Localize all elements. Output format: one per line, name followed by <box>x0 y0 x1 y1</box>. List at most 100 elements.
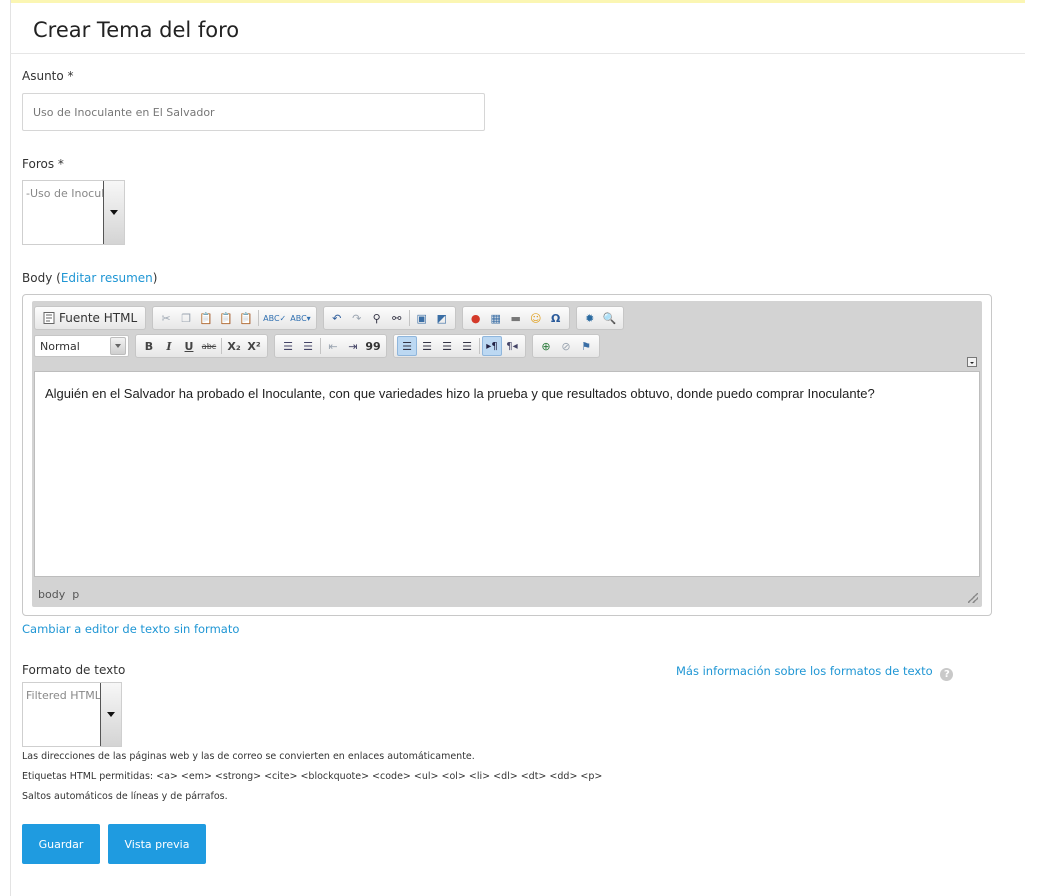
superscript-button[interactable]: X² <box>244 336 264 356</box>
text-format-dropdown-button[interactable] <box>100 683 121 746</box>
horizontal-rule-icon: ▬ <box>510 311 521 325</box>
table-icon: ▦ <box>490 311 501 325</box>
asunto-label: Asunto * <box>22 69 74 83</box>
special-char-button[interactable]: Ω <box>546 308 566 328</box>
indent-button[interactable]: ⇥ <box>343 336 363 356</box>
align-center-icon: ☰ <box>422 339 432 353</box>
find-button[interactable]: ⚲ <box>367 308 387 328</box>
clipboard-icon: 📋 <box>199 311 213 325</box>
editor-chrome: Fuente HTML ✂ ❐ 📋 📋 📋 ABC✓ ABC▾ ↶ ↷ ⚲ ⚯ … <box>32 301 982 607</box>
source-html-label: Fuente HTML <box>59 311 138 325</box>
toolbar-group-source: Fuente HTML <box>34 306 147 330</box>
align-left-icon: ☰ <box>402 339 412 353</box>
smiley-button[interactable]: ☺ <box>526 308 546 328</box>
format-dropdown-button[interactable] <box>110 337 126 355</box>
format-select[interactable]: Normal <box>34 335 129 357</box>
blockquote-button[interactable]: 99 <box>363 336 383 356</box>
redo-button[interactable]: ↷ <box>347 308 367 328</box>
paste-word-button[interactable]: 📋 <box>236 308 256 328</box>
align-center-button[interactable]: ☰ <box>417 336 437 356</box>
toolbar-separator <box>258 310 260 326</box>
indent-icon: ⇥ <box>348 339 358 353</box>
replace-icon: ⚯ <box>392 311 402 325</box>
binoculars-icon: ⚲ <box>372 311 381 325</box>
outdent-icon: ⇤ <box>328 339 338 353</box>
link-globe-icon: ⊕ <box>541 339 551 353</box>
preview-button[interactable]: 🔍 <box>600 308 620 328</box>
toolbar-row-2: Normal B I U abc X₂ X² ☰ ☰ ⇤ ⇥ 99 ☰ ☰ ☰ … <box>34 333 606 359</box>
source-html-button[interactable]: Fuente HTML <box>38 308 142 328</box>
text-direction-rtl-icon: ¶◂ <box>506 340 518 352</box>
align-right-button[interactable]: ☰ <box>437 336 457 356</box>
foros-dropdown-button[interactable] <box>103 181 124 244</box>
cut-button[interactable]: ✂ <box>156 308 176 328</box>
blockquote-icon: 99 <box>365 339 381 353</box>
copy-button[interactable]: ❐ <box>176 308 196 328</box>
more-info-formats: Más información sobre los formatos de te… <box>676 664 954 681</box>
unlink-button[interactable]: ⊘ <box>556 336 576 356</box>
text-format-select[interactable]: Filtered HTML <box>22 682 122 747</box>
horizontal-rule-button[interactable]: ▬ <box>506 308 526 328</box>
numbered-list-button[interactable]: ☰ <box>278 336 298 356</box>
align-left-button[interactable]: ☰ <box>397 336 417 356</box>
editor-content-area[interactable]: Alguién en el Salvador ha probado el Ino… <box>34 371 980 577</box>
anchor-button[interactable]: ⚑ <box>576 336 596 356</box>
underline-button[interactable]: U <box>179 336 199 356</box>
replace-button[interactable]: ⚯ <box>387 308 407 328</box>
collapse-toolbar-button[interactable] <box>967 357 977 367</box>
format-select-value: Normal <box>40 339 80 353</box>
text-format-selected-value: Filtered HTML <box>26 689 100 702</box>
chevron-down-icon <box>115 344 121 348</box>
format-tip-2: Etiquetas HTML permitidas: <a> <em> <str… <box>22 771 603 782</box>
top-accent-line <box>10 0 1025 3</box>
toolbar-group-insert: ● ▦ ▬ ☺ Ω <box>461 306 570 330</box>
align-justify-icon: ☰ <box>462 339 472 353</box>
link-button[interactable]: ⊕ <box>536 336 556 356</box>
rich-text-editor: Fuente HTML ✂ ❐ 📋 📋 📋 ABC✓ ABC▾ ↶ ↷ ⚲ ⚯ … <box>22 294 992 616</box>
element-path-body[interactable]: body <box>38 588 65 601</box>
switch-editor-link[interactable]: Cambiar a editor de texto sin formato <box>22 622 239 636</box>
paste-button[interactable]: 📋 <box>196 308 216 328</box>
paste-text-button[interactable]: 📋 <box>216 308 236 328</box>
asunto-input[interactable] <box>22 93 485 131</box>
bold-button[interactable]: B <box>139 336 159 356</box>
save-button[interactable]: Guardar <box>22 824 100 864</box>
rtl-button[interactable]: ¶◂ <box>502 336 522 356</box>
body-label-paren-close: ) <box>152 271 158 285</box>
edit-summary-link[interactable]: Editar resumen <box>61 271 153 285</box>
select-all-icon: ▣ <box>416 311 427 325</box>
flash-button[interactable]: ● <box>466 308 486 328</box>
bulleted-list-button[interactable]: ☰ <box>298 336 318 356</box>
outdent-button[interactable]: ⇤ <box>323 336 343 356</box>
more-info-formats-link[interactable]: Más información sobre los formatos de te… <box>676 664 933 678</box>
spellcheck-dropdown-icon: ABC▾ <box>290 313 311 323</box>
subscript-button[interactable]: X₂ <box>224 336 244 356</box>
left-border <box>10 0 11 896</box>
format-tip-1: Las direcciones de las páginas web y las… <box>22 751 475 762</box>
toolbar-separator <box>408 310 410 326</box>
show-blocks-button[interactable]: ✹ <box>580 308 600 328</box>
align-justify-button[interactable]: ☰ <box>457 336 477 356</box>
align-right-icon: ☰ <box>442 339 452 353</box>
ltr-button[interactable]: ▸¶ <box>482 336 502 356</box>
format-tip-3: Saltos automáticos de líneas y de párraf… <box>22 791 228 802</box>
body-label: Body (Editar resumen) <box>22 271 157 285</box>
help-icon[interactable]: ? <box>940 668 954 681</box>
spellcheck-button[interactable]: ABC✓ <box>261 308 288 328</box>
undo-button[interactable]: ↶ <box>327 308 347 328</box>
spellcheck-as-you-type-button[interactable]: ABC▾ <box>288 308 312 328</box>
element-path-p[interactable]: p <box>72 588 79 601</box>
text-format-label: Formato de texto <box>22 663 126 677</box>
italic-button[interactable]: I <box>159 336 179 356</box>
foros-select[interactable]: -Uso de Inoculante <box>22 180 125 245</box>
resize-handle[interactable] <box>968 593 978 603</box>
table-button[interactable]: ▦ <box>486 308 506 328</box>
select-all-button[interactable]: ▣ <box>412 308 432 328</box>
toolbar-separator <box>221 338 222 354</box>
flag-icon: ⚑ <box>581 339 591 353</box>
preview-button-main[interactable]: Vista previa <box>108 824 206 864</box>
spellcheck-icon: ABC✓ <box>263 313 287 323</box>
strikethrough-button[interactable]: abc <box>199 336 219 356</box>
toolbar-separator <box>320 338 321 354</box>
remove-format-button[interactable]: ◩ <box>432 308 452 328</box>
